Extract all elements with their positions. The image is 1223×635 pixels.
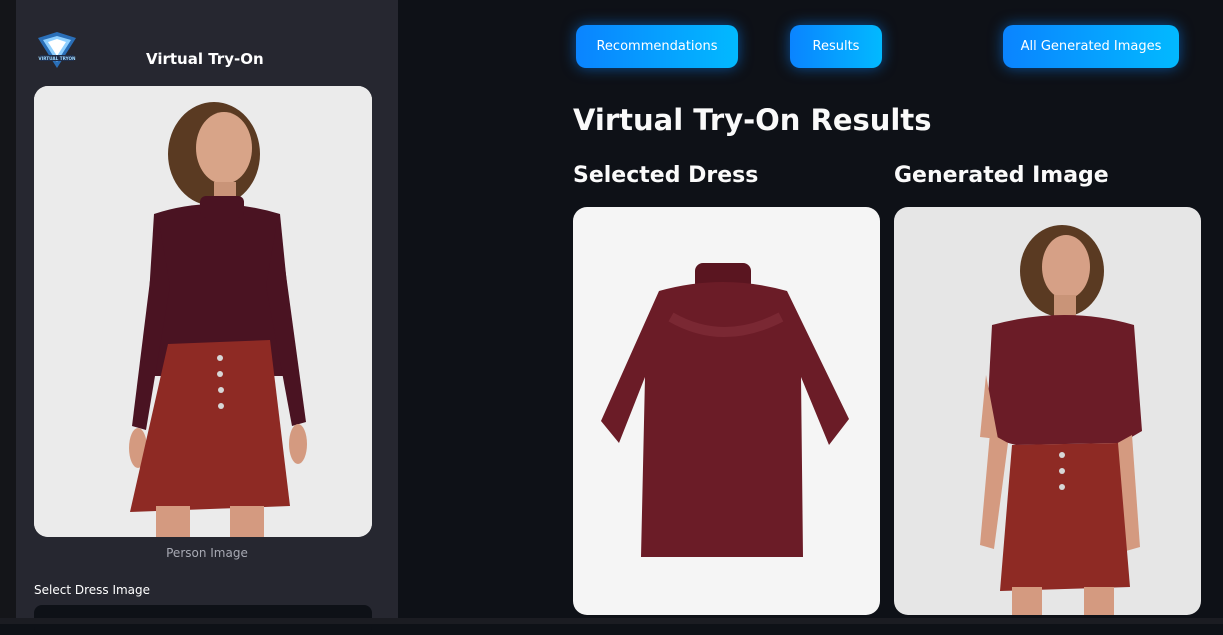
person-image <box>34 86 372 537</box>
select-dress-label: Select Dress Image <box>34 583 151 597</box>
app-logo: VIRTUAL TRYON <box>38 32 76 68</box>
selected-dress-image <box>573 207 880 615</box>
app-title: Virtual Try-On <box>146 50 264 68</box>
logo-text: VIRTUAL TRYON <box>38 56 76 61</box>
results-heading: Virtual Try-On Results <box>573 103 932 137</box>
person-image-caption: Person Image <box>166 546 248 560</box>
selected-dress-heading: Selected Dress <box>573 163 759 188</box>
generated-image-heading: Generated Image <box>894 163 1109 188</box>
window-edge <box>0 0 16 624</box>
generated-image <box>894 207 1201 615</box>
all-generated-images-button[interactable]: All Generated Images <box>1003 25 1179 68</box>
sidebar: VIRTUAL TRYON Virtual Try-On Person Imag… <box>16 0 398 635</box>
results-button[interactable]: Results <box>790 25 882 68</box>
recommendations-button[interactable]: Recommendations <box>576 25 738 68</box>
bottom-bar <box>0 618 1223 624</box>
